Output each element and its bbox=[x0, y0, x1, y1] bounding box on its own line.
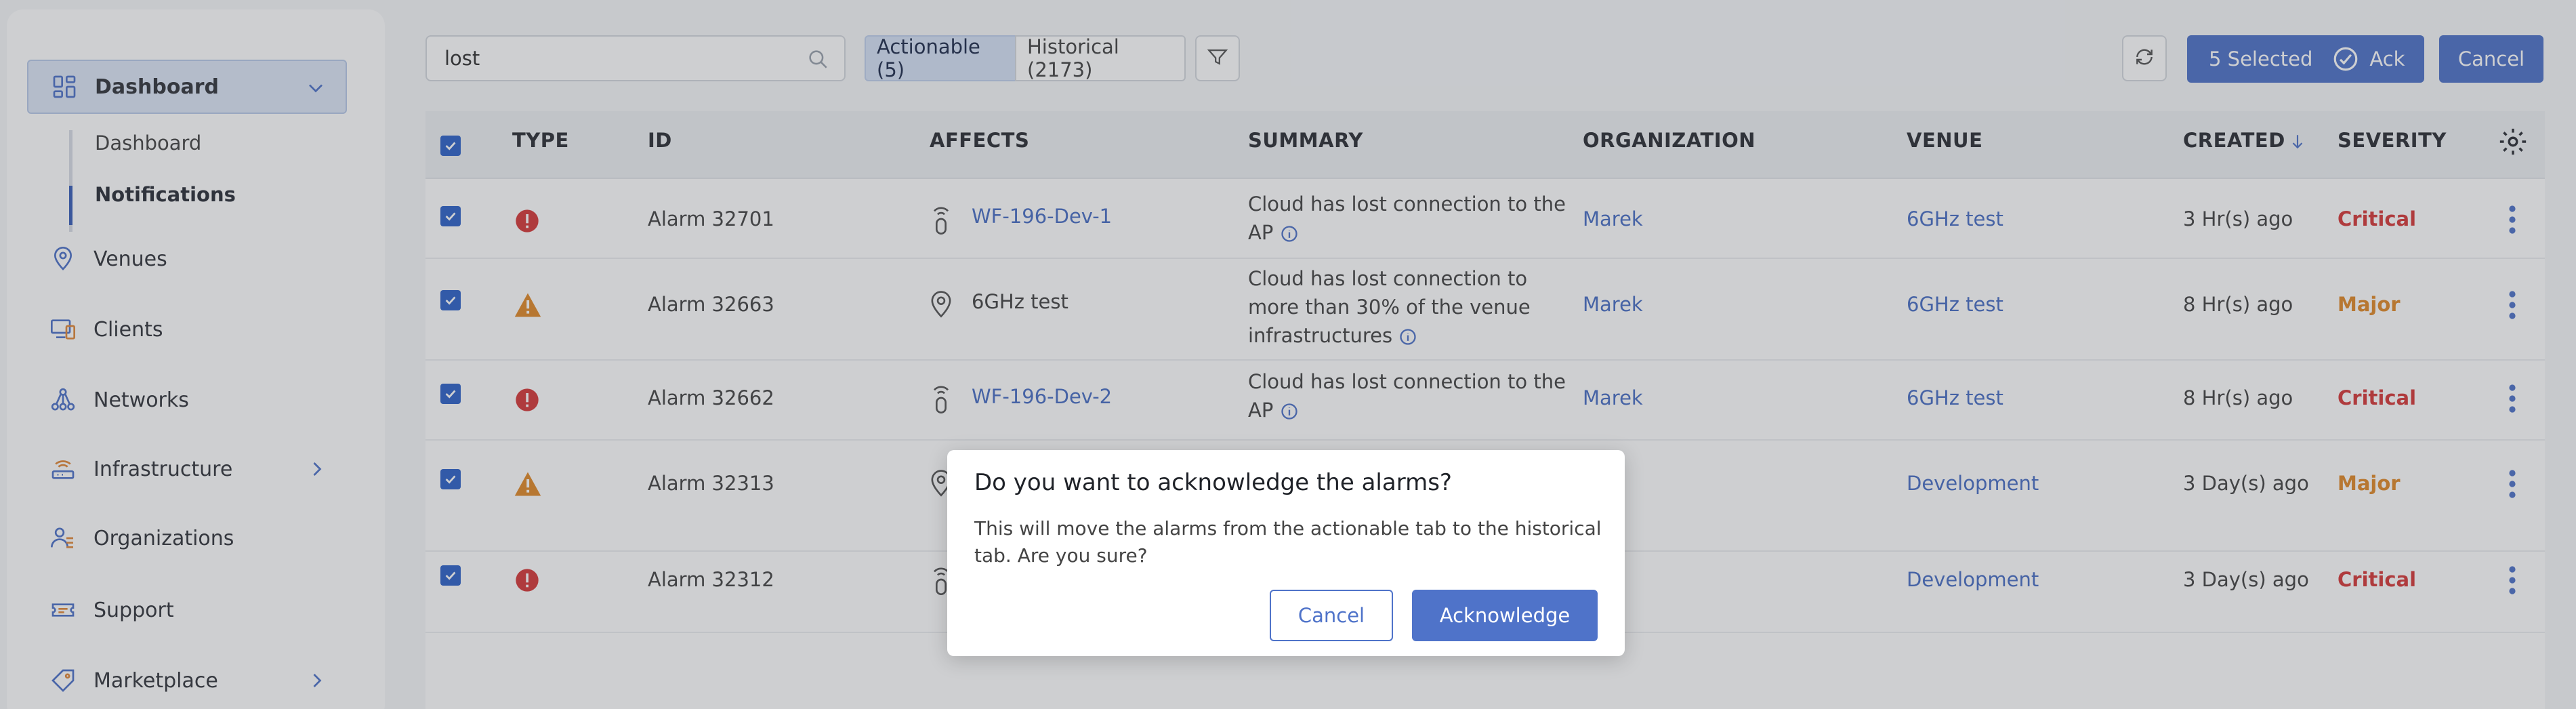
dialog-cancel-button[interactable]: Cancel bbox=[1270, 590, 1393, 641]
acknowledge-dialog: Do you want to acknowledge the alarms? T… bbox=[947, 450, 1625, 656]
dialog-body: This will move the alarms from the actio… bbox=[974, 517, 1602, 567]
dialog-title: Do you want to acknowledge the alarms? bbox=[974, 469, 1452, 496]
dialog-acknowledge-button[interactable]: Acknowledge bbox=[1412, 590, 1598, 641]
